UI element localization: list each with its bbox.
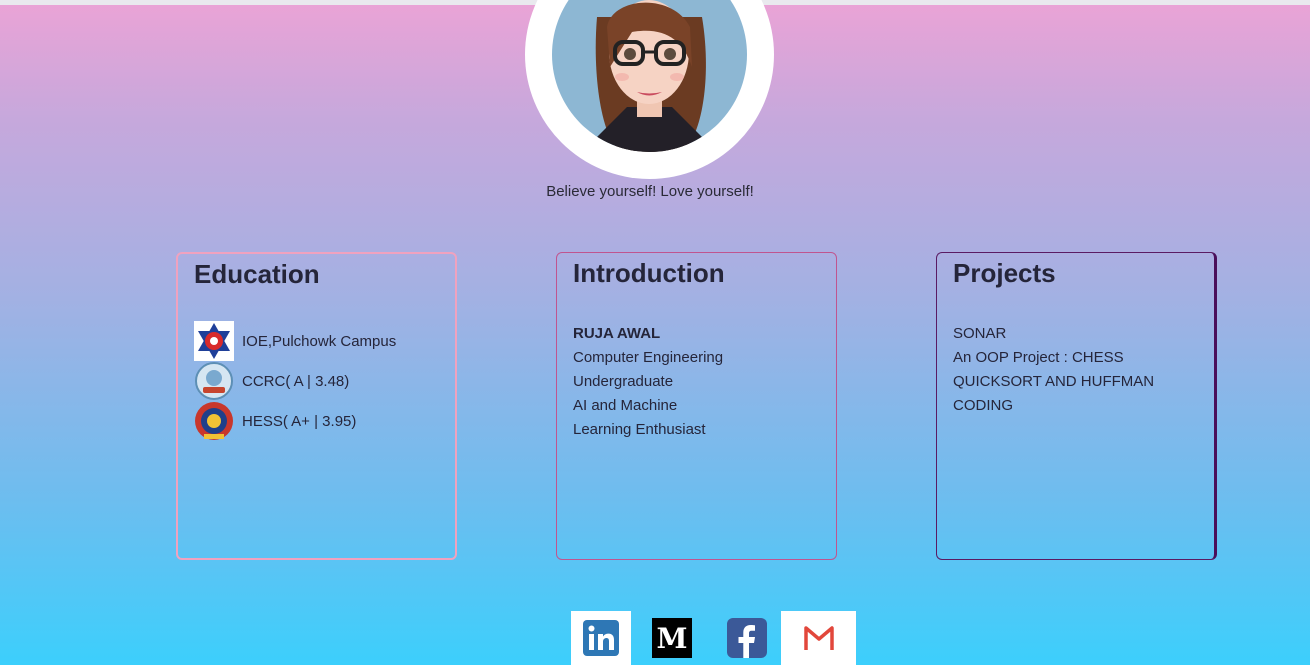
intro-name: RUJA AWAL — [573, 325, 661, 342]
facebook-icon — [727, 618, 767, 658]
tagline: Believe yourself! Love yourself! — [546, 183, 754, 200]
introduction-title: Introduction — [573, 258, 725, 288]
avatar — [525, 0, 774, 179]
education-card: Education IOE,Pulchowk Campus CCRC( A | … — [176, 252, 457, 560]
medium-icon: M — [652, 618, 692, 658]
introduction-card: Introduction RUJA AWAL Computer Engineer… — [556, 252, 837, 560]
gmail-link[interactable] — [781, 611, 856, 665]
project-line: QUICKSORT AND HUFFMAN — [953, 373, 1155, 390]
linkedin-icon — [583, 620, 619, 656]
education-label: HESS( A+ | 3.95) — [242, 412, 357, 430]
gmail-icon — [803, 626, 834, 650]
intro-line: Computer Engineering — [573, 349, 724, 366]
projects-card: Projects SONAR An OOP Project : CHESS QU… — [936, 252, 1217, 560]
medium-link[interactable]: M — [631, 611, 713, 665]
tu-star-logo-icon — [194, 321, 234, 361]
social-links: M — [571, 611, 856, 665]
intro-line: Learning Enthusiast — [573, 421, 706, 438]
introduction-text: RUJA AWAL Computer Engineering Undergrad… — [573, 322, 820, 442]
projects-title: Projects — [953, 258, 1056, 288]
education-label: CCRC( A | 3.48) — [242, 372, 350, 390]
hess-logo-icon — [195, 402, 233, 440]
girl-with-glasses-avatar-icon — [552, 0, 747, 152]
facebook-link[interactable] — [713, 611, 781, 665]
svg-text:M: M — [657, 622, 688, 655]
intro-line: Undergraduate — [573, 373, 674, 390]
list-item: CCRC( A | 3.48) — [194, 361, 439, 401]
project-line: An OOP Project : CHESS — [953, 349, 1124, 366]
ccrc-logo-icon — [195, 362, 233, 400]
list-item: HESS( A+ | 3.95) — [194, 401, 439, 441]
education-title: Education — [194, 259, 320, 289]
projects-list: SONAR An OOP Project : CHESS QUICKSORT A… — [953, 322, 1198, 418]
education-label: IOE,Pulchowk Campus — [242, 332, 397, 350]
intro-line: AI and Machine — [573, 397, 678, 414]
list-item: IOE,Pulchowk Campus — [194, 321, 439, 361]
project-line: SONAR — [953, 325, 1007, 342]
linkedin-link[interactable] — [571, 611, 631, 665]
education-list: IOE,Pulchowk Campus CCRC( A | 3.48) HESS… — [194, 321, 439, 441]
project-line: CODING — [953, 397, 1013, 414]
